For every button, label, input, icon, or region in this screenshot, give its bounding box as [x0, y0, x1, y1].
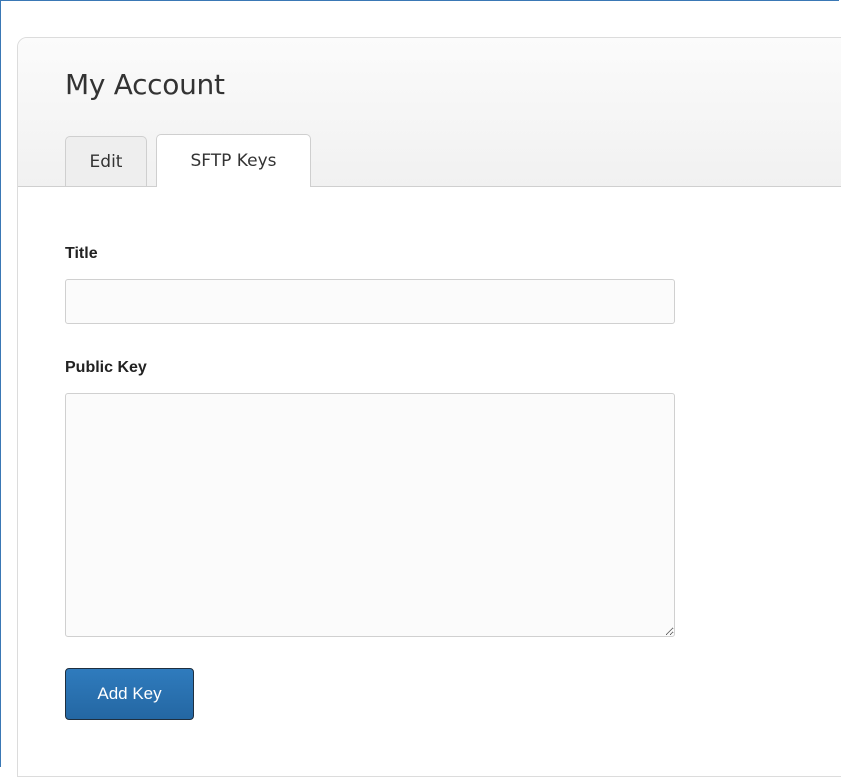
- tab-sftp-keys[interactable]: SFTP Keys: [156, 134, 311, 187]
- page-title: My Account: [65, 68, 225, 101]
- public-key-label: Public Key: [65, 359, 147, 376]
- public-key-textarea[interactable]: [65, 393, 675, 637]
- tab-edit[interactable]: Edit: [65, 136, 147, 186]
- panel-header: My Account Edit SFTP Keys: [18, 38, 841, 187]
- title-label: Title: [65, 245, 98, 262]
- add-key-button[interactable]: Add Key: [65, 668, 194, 720]
- title-input[interactable]: [65, 279, 675, 324]
